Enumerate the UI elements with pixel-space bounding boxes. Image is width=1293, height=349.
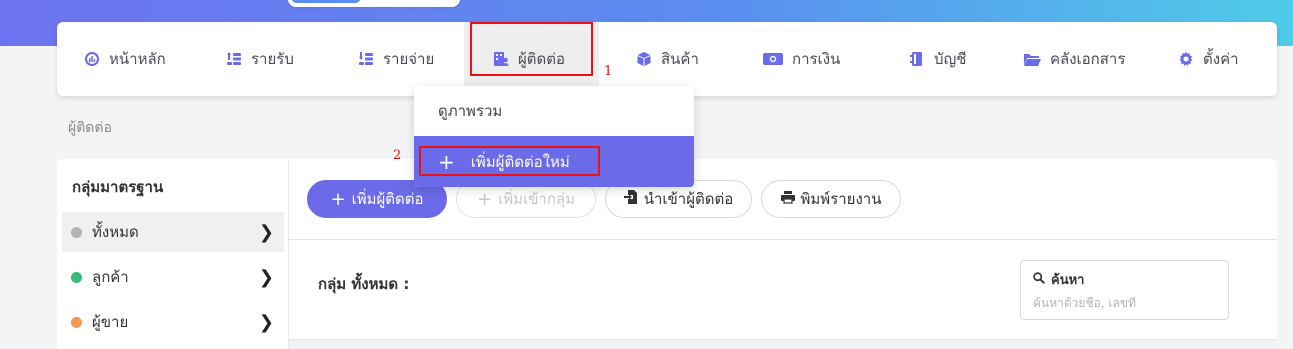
group-item-label: ผู้ขาย xyxy=(92,313,129,331)
nav-item-label: ผู้ติดต่อ xyxy=(518,50,566,68)
nav-item-label: รายรับ xyxy=(251,50,294,68)
group-item-label: ลูกค้า xyxy=(92,268,129,286)
contacts-dropdown-menu: ดูภาพรวม + เพิ่มผู้ติดต่อใหม่ xyxy=(414,86,694,187)
money-icon xyxy=(763,51,783,67)
gear-icon xyxy=(1178,51,1194,67)
print-report-button[interactable]: พิมพ์รายงาน xyxy=(761,180,901,218)
breadcrumb: ผู้ติดต่อ xyxy=(68,120,112,136)
import-file-icon xyxy=(623,190,638,208)
dropdown-item-label: ดูภาพรวม xyxy=(438,102,503,120)
view-toggle[interactable] xyxy=(288,0,460,7)
group-item-all[interactable]: ทั้งหมด ❯ xyxy=(62,212,284,252)
table-header-strip xyxy=(289,339,1277,349)
dashboard-icon xyxy=(84,51,100,67)
group-item-customers[interactable]: ลูกค้า ❯ xyxy=(62,257,284,297)
chevron-right-icon: ❯ xyxy=(258,311,274,333)
current-group-label: กลุ่ม ทั้งหมด : xyxy=(318,275,410,293)
step-number-2: 2 xyxy=(393,148,402,163)
search-input[interactable] xyxy=(1033,296,1213,310)
plus-icon: + xyxy=(330,188,346,210)
nav-item-label: ตั้งค่า xyxy=(1203,50,1239,68)
add-contact-label: เพิ่มผู้ติดต่อ xyxy=(351,190,424,208)
product-box-icon xyxy=(636,51,652,67)
search-box: ค้นหา xyxy=(1020,260,1229,320)
print-report-label: พิมพ์รายงาน xyxy=(800,190,882,208)
status-dot xyxy=(71,271,82,283)
nav-item-accounts[interactable]: บัญชี xyxy=(909,22,966,96)
nav-item-label: การเงิน xyxy=(792,50,841,68)
view-toggle-active[interactable] xyxy=(291,0,361,3)
nav-item-label: รายจ่าย xyxy=(383,50,435,68)
nav-item-contacts[interactable]: ผู้ติดต่อ xyxy=(464,22,599,96)
search-icon xyxy=(1033,271,1045,288)
ledger-icon xyxy=(909,51,925,67)
main-menu-bar: หน้าหลัก รายรับ รายจ่าย ผู้ติดต่อ สินค้า… xyxy=(57,22,1277,96)
search-label-text: ค้นหา xyxy=(1051,273,1085,288)
chevron-right-icon: ❯ xyxy=(258,221,274,243)
expense-icon xyxy=(358,51,374,67)
group-sidebar: กลุ่มมาตรฐาน ทั้งหมด ❯ ลูกค้า ❯ ผู้ขาย ❯ xyxy=(57,159,289,349)
plus-icon: + xyxy=(477,188,493,210)
nav-item-label: บัญชี xyxy=(934,50,967,68)
search-label: ค้นหา xyxy=(1033,269,1216,290)
dropdown-item-overview[interactable]: ดูภาพรวม xyxy=(414,86,694,136)
nav-item-label: หน้าหลัก xyxy=(109,50,166,68)
status-dot xyxy=(71,316,82,328)
nav-item-home[interactable]: หน้าหลัก xyxy=(84,22,166,96)
printer-icon xyxy=(780,190,795,208)
dropdown-item-label: เพิ่มผู้ติดต่อใหม่ xyxy=(470,152,570,171)
nav-item-products[interactable]: สินค้า xyxy=(636,22,699,96)
add-to-group-label: เพิ่มเข้ากลุ่ม xyxy=(498,190,575,208)
nav-item-income[interactable]: รายรับ xyxy=(226,22,294,96)
income-icon xyxy=(226,51,242,67)
plus-icon: + xyxy=(438,149,455,174)
nav-item-expense[interactable]: รายจ่าย xyxy=(358,22,434,96)
sidebar-title: กลุ่มมาตรฐาน xyxy=(72,178,164,196)
contacts-icon xyxy=(493,51,509,67)
folder-icon xyxy=(1023,51,1041,67)
step-number-1: 1 xyxy=(604,64,613,79)
nav-item-documents[interactable]: คลังเอกสาร xyxy=(1023,22,1125,96)
chevron-right-icon: ❯ xyxy=(258,266,274,288)
nav-item-settings[interactable]: ตั้งค่า xyxy=(1178,22,1239,96)
contacts-main-panel: + เพิ่มผู้ติดต่อ + เพิ่มเข้ากลุ่ม นำเข้า… xyxy=(289,159,1277,349)
import-contacts-label: นำเข้าผู้ติดต่อ xyxy=(643,190,734,208)
group-item-label: ทั้งหมด xyxy=(92,223,139,241)
dropdown-item-add-new-contact[interactable]: + เพิ่มผู้ติดต่อใหม่ xyxy=(414,136,694,187)
group-item-vendors[interactable]: ผู้ขาย ❯ xyxy=(62,302,284,342)
divider xyxy=(289,239,1277,240)
nav-item-finance[interactable]: การเงิน xyxy=(763,22,840,96)
nav-item-label: คลังเอกสาร xyxy=(1050,50,1126,68)
nav-item-label: สินค้า xyxy=(661,50,699,68)
status-dot xyxy=(71,226,82,238)
